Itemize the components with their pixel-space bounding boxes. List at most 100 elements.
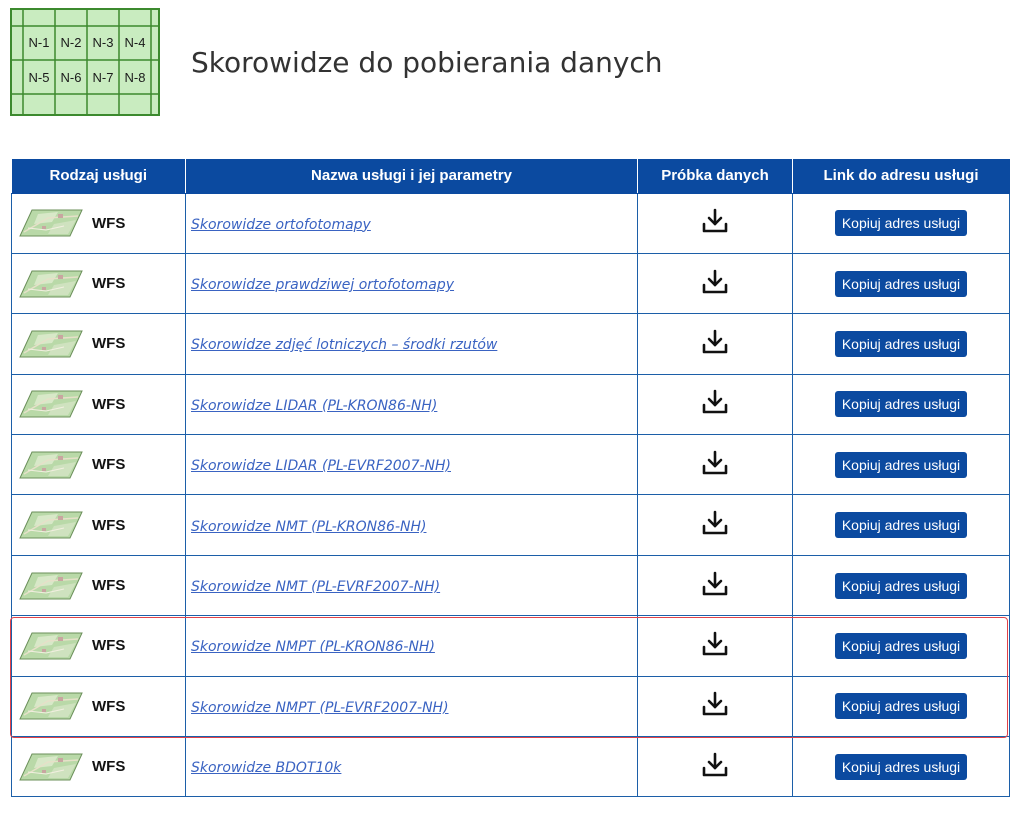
service-type-label: WFS <box>92 456 126 474</box>
data-sample-cell <box>637 373 793 436</box>
copy-address-button[interactable]: Kopiuj adres usługi <box>834 693 968 720</box>
download-icon[interactable] <box>701 690 729 718</box>
service-type-label: WFS <box>92 214 126 232</box>
service-type-cell: WFS <box>11 192 186 254</box>
service-type: WFS <box>12 631 185 661</box>
copy-address-button[interactable]: Kopiuj adres usługi <box>834 330 968 357</box>
service-name-link[interactable]: Skorowidze LIDAR (PL-EVRF2007-NH) <box>191 458 451 474</box>
service-name-link[interactable]: Skorowidze BDOT10k <box>191 760 341 776</box>
download-icon[interactable] <box>701 509 729 537</box>
service-name-link[interactable]: Skorowidze zdjęć lotniczych – środki rzu… <box>191 337 497 353</box>
service-name-cell: Skorowidze LIDAR (PL-EVRF2007-NH) <box>185 434 638 496</box>
grid-lines <box>12 10 158 114</box>
map-thumbnail-icon <box>19 451 83 479</box>
service-type: WFS <box>12 329 185 359</box>
service-name-cell: Skorowidze NMT (PL-EVRF2007-NH) <box>185 554 638 617</box>
copy-address-button[interactable]: Kopiuj adres usługi <box>834 210 968 237</box>
service-name-link[interactable]: Skorowidze NMT (PL-EVRF2007-NH) <box>191 579 440 595</box>
map-thumbnail-icon <box>19 390 83 418</box>
copy-address-button[interactable]: Kopiuj adres usługi <box>834 512 968 539</box>
service-type-label: WFS <box>92 395 126 413</box>
data-sample-cell <box>637 494 793 556</box>
column-header-data-sample: Próbka danych <box>637 159 793 194</box>
data-sample-cell <box>637 313 793 375</box>
grid-cell-label: N-4 <box>124 35 146 50</box>
copy-address-button[interactable]: Kopiuj adres usługi <box>834 572 968 599</box>
map-thumbnail-icon <box>19 692 83 720</box>
service-name-link[interactable]: Skorowidze NMPT (PL-EVRF2007-NH) <box>191 700 449 716</box>
copy-address-button[interactable]: Kopiuj adres usługi <box>834 391 968 418</box>
map-thumbnail-icon <box>19 572 83 600</box>
map-thumbnail-icon <box>19 753 83 781</box>
service-type-cell: WFS <box>11 736 186 798</box>
service-name-cell: Skorowidze ortofotomapy <box>185 192 638 254</box>
download-icon[interactable] <box>701 449 729 477</box>
table-row: WFS Skorowidze ortofotomapy Kopiuj adres… <box>11 192 1010 254</box>
service-type-label: WFS <box>92 516 126 534</box>
table-row: WFS Skorowidze zdjęć lotniczych – środki… <box>11 313 1010 375</box>
service-type: WFS <box>12 450 185 480</box>
copy-address-button[interactable]: Kopiuj adres usługi <box>834 451 968 478</box>
service-link-cell: Kopiuj adres usługi <box>792 494 1010 556</box>
service-type-cell: WFS <box>11 675 186 738</box>
service-type: WFS <box>12 389 185 419</box>
table-header-row: Rodzaj usługi Nazwa usługi i jej paramet… <box>11 159 1010 194</box>
service-type: WFS <box>12 752 185 782</box>
service-name-cell: Skorowidze prawdziwej ortofotomapy <box>185 252 638 315</box>
service-link-cell: Kopiuj adres usługi <box>792 434 1010 496</box>
column-header-service-link: Link do adresu usługi <box>792 159 1010 194</box>
grid-cell-label: N-7 <box>92 70 114 85</box>
service-type-label: WFS <box>92 758 126 776</box>
service-name-cell: Skorowidze NMT (PL-KRON86-NH) <box>185 494 638 556</box>
service-name-cell: Skorowidze NMPT (PL-EVRF2007-NH) <box>185 675 638 738</box>
service-type: WFS <box>12 208 185 238</box>
service-type-cell: WFS <box>11 554 186 617</box>
service-link-cell: Kopiuj adres usługi <box>792 554 1010 617</box>
service-type-label: WFS <box>92 697 126 715</box>
service-type-cell: WFS <box>11 434 186 496</box>
service-name-link[interactable]: Skorowidze LIDAR (PL-KRON86-NH) <box>191 398 437 414</box>
download-icon[interactable] <box>701 388 729 416</box>
download-icon[interactable] <box>701 328 729 356</box>
map-thumbnail-icon <box>19 330 83 358</box>
map-thumbnail-icon <box>19 270 83 298</box>
grid-cell-label: N-1 <box>28 35 50 50</box>
table-row: WFS Skorowidze NMT (PL-EVRF2007-NH) Kopi… <box>11 554 1010 617</box>
table-row: WFS Skorowidze NMPT (PL-KRON86-NH) Kopiu… <box>11 615 1010 677</box>
service-type-label: WFS <box>92 637 126 655</box>
page-header: N-1 N-2 N-3 N-4 N-5 N-6 N-7 N-8 Skorowid… <box>10 8 1010 118</box>
map-thumbnail-icon <box>19 511 83 539</box>
copy-address-button[interactable]: Kopiuj adres usługi <box>834 270 968 297</box>
service-type-label: WFS <box>92 335 126 353</box>
table-row: WFS Skorowidze NMPT (PL-EVRF2007-NH) Kop… <box>11 675 1010 738</box>
service-type: WFS <box>12 571 185 601</box>
service-name-link[interactable]: Skorowidze NMT (PL-KRON86-NH) <box>191 519 426 535</box>
service-name-cell: Skorowidze zdjęć lotniczych – środki rzu… <box>185 313 638 375</box>
service-name-link[interactable]: Skorowidze NMPT (PL-KRON86-NH) <box>191 639 435 655</box>
service-link-cell: Kopiuj adres usługi <box>792 373 1010 436</box>
service-type-label: WFS <box>92 275 126 293</box>
table-row: WFS Skorowidze prawdziwej ortofotomapy K… <box>11 252 1010 315</box>
data-sample-cell <box>637 736 793 798</box>
sheet-grid-logo: N-1 N-2 N-3 N-4 N-5 N-6 N-7 N-8 <box>10 8 160 116</box>
service-type-cell: WFS <box>11 373 186 436</box>
service-name-link[interactable]: Skorowidze ortofotomapy <box>191 217 371 233</box>
download-icon[interactable] <box>701 751 729 779</box>
service-name-cell: Skorowidze NMPT (PL-KRON86-NH) <box>185 615 638 677</box>
copy-address-button[interactable]: Kopiuj adres usługi <box>834 632 968 659</box>
service-link-cell: Kopiuj adres usługi <box>792 615 1010 677</box>
download-icon[interactable] <box>701 268 729 296</box>
download-icon[interactable] <box>701 630 729 658</box>
service-name-cell: Skorowidze LIDAR (PL-KRON86-NH) <box>185 373 638 436</box>
data-sample-cell <box>637 434 793 496</box>
data-sample-cell <box>637 615 793 677</box>
grid-cell-label: N-8 <box>124 70 146 85</box>
data-sample-cell <box>637 192 793 254</box>
download-icon[interactable] <box>701 570 729 598</box>
service-type-cell: WFS <box>11 313 186 375</box>
copy-address-button[interactable]: Kopiuj adres usługi <box>834 753 968 780</box>
download-icon[interactable] <box>701 207 729 235</box>
map-thumbnail-icon <box>19 209 83 237</box>
service-name-link[interactable]: Skorowidze prawdziwej ortofotomapy <box>191 277 454 293</box>
services-table: Rodzaj usługi Nazwa usługi i jej paramet… <box>11 159 1010 798</box>
